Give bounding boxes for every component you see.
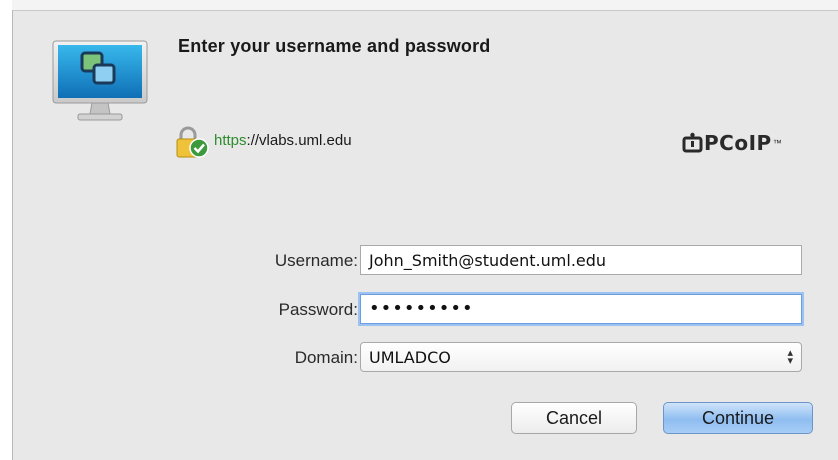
url-host: ://vlabs.uml.edu bbox=[246, 131, 352, 149]
remote-desktop-monitor-icon bbox=[52, 40, 148, 121]
server-url-row: https://vlabs.uml.edu bbox=[174, 126, 352, 160]
cancel-button[interactable]: Cancel bbox=[511, 402, 637, 434]
dialog-heading: Enter your username and password bbox=[178, 36, 491, 56]
lock-with-check-icon bbox=[176, 126, 209, 158]
password-field[interactable]: ••••••••• bbox=[360, 294, 802, 324]
pcoip-trademark: ™ bbox=[772, 138, 782, 148]
pcoip-logo: PCoIP ™ bbox=[682, 126, 782, 160]
username-label: Username: bbox=[274, 251, 358, 270]
url-scheme: https bbox=[214, 131, 247, 149]
window-top-strip bbox=[12, 0, 838, 10]
pcoip-logo-mark-icon bbox=[682, 132, 703, 153]
password-masked-value: ••••••••• bbox=[369, 297, 474, 319]
domain-label: Domain: bbox=[294, 348, 358, 367]
server-url: https://vlabs.uml.edu bbox=[214, 132, 352, 149]
pcoip-logo-text: PCoIP bbox=[704, 131, 772, 155]
username-field[interactable]: John_Smith@student.uml.edu bbox=[360, 245, 802, 275]
domain-selected-value: UMLADCO bbox=[369, 347, 451, 367]
up-down-arrows-icon: ▴ ▾ bbox=[787, 346, 793, 367]
domain-select[interactable]: UMLADCO ▴ ▾ bbox=[360, 342, 802, 372]
password-label: Password: bbox=[278, 300, 358, 319]
continue-button[interactable]: Continue bbox=[663, 402, 813, 434]
username-value: John_Smith@student.uml.edu bbox=[369, 250, 607, 270]
